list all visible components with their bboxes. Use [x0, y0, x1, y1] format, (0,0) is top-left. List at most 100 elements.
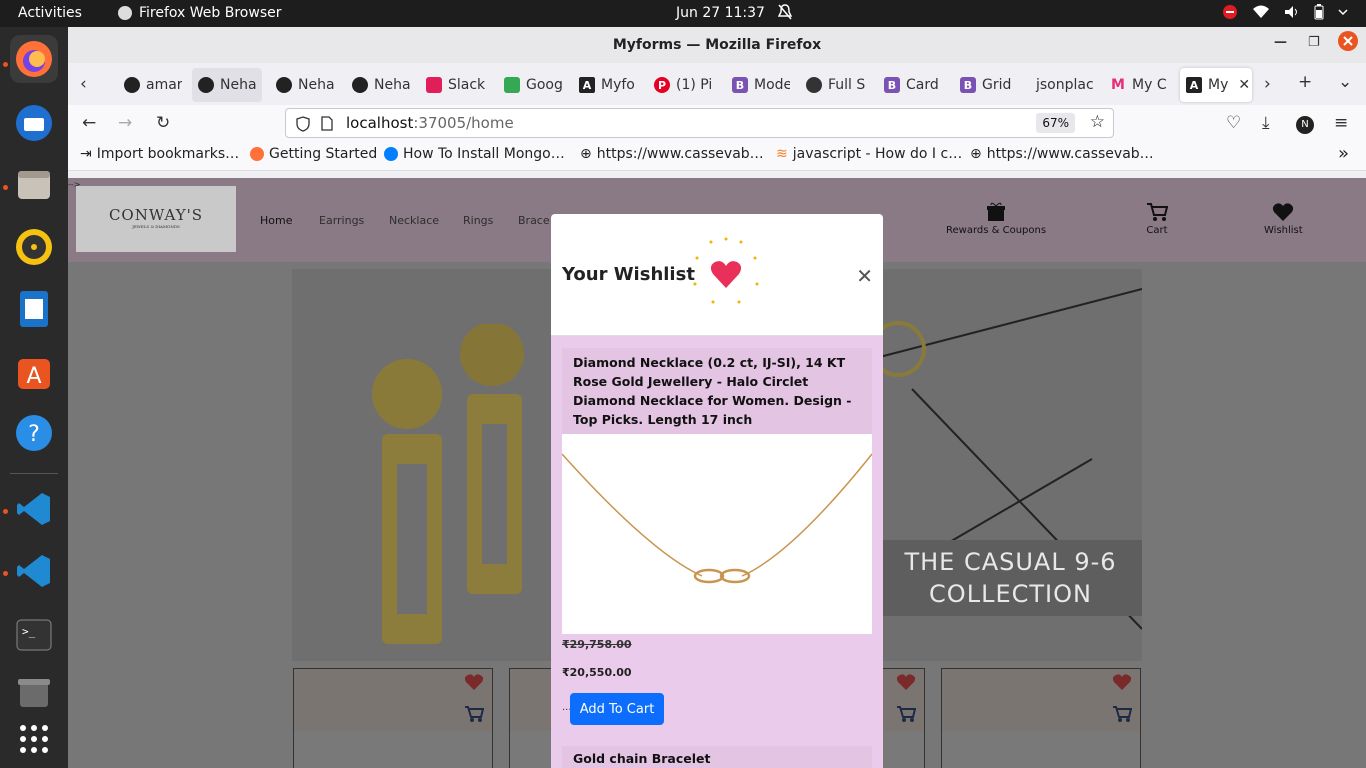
tab-1[interactable]: amar	[118, 68, 182, 102]
forward-button[interactable]: →	[118, 113, 132, 133]
downloads-icon[interactable]: ⤓	[1262, 113, 1270, 133]
rewards-label: Rewards & Coupons	[946, 225, 1047, 236]
rewards-link[interactable]: Rewards & Coupons	[946, 202, 1046, 236]
close-modal-button[interactable]: ✕	[856, 264, 873, 288]
wishlist-item: Diamond Necklace (0.2 ct, IJ-SI), 14 KT …	[561, 348, 873, 634]
pocket-icon[interactable]: ♡	[1226, 113, 1241, 133]
tab-5[interactable]: Slack	[420, 68, 490, 102]
tab-label: Slack	[448, 77, 486, 93]
heart-icon[interactable]	[464, 673, 484, 691]
nav-home[interactable]: Home	[260, 214, 292, 227]
tab-2[interactable]: Neha	[192, 68, 262, 102]
dock-vscode-2[interactable]	[10, 547, 58, 595]
import-icon: ⇥	[80, 146, 92, 162]
bookmark-getting-started[interactable]: Getting Started	[250, 146, 377, 162]
tab-14[interactable]: M My C	[1104, 68, 1168, 102]
tab-7[interactable]: A Myfo	[573, 68, 637, 102]
back-button[interactable]: ←	[82, 113, 96, 133]
product-card[interactable]	[293, 668, 493, 768]
cart-icon[interactable]	[464, 705, 484, 723]
new-tab-button[interactable]: +	[1298, 72, 1312, 92]
nav-necklace[interactable]: Necklace	[389, 214, 439, 227]
bookmark-import[interactable]: ⇥ Import bookmarks…	[80, 146, 239, 162]
heart-icon[interactable]	[896, 673, 916, 691]
zoom-indicator[interactable]: 67%	[1036, 113, 1075, 133]
slack-icon	[426, 77, 442, 93]
tab-6[interactable]: Goog	[498, 68, 562, 102]
cart-link[interactable]: Cart	[1146, 202, 1169, 236]
cart-icon[interactable]	[896, 705, 916, 723]
tab-label: Neha	[298, 77, 335, 93]
reload-button[interactable]: ↻	[156, 113, 170, 133]
site-logo[interactable]: CONWAY'S JEWELS & DIAMONDS	[76, 186, 236, 252]
tab-3[interactable]: Neha	[270, 68, 336, 102]
card-image	[942, 669, 1140, 731]
tab-scroll-right-button[interactable]: ›	[1264, 74, 1271, 94]
svg-text:>_: >_	[22, 625, 36, 638]
dock-show-apps[interactable]	[10, 715, 58, 763]
dock-help[interactable]: ?	[10, 409, 58, 457]
add-to-cart-button[interactable]: Add To Cart	[570, 693, 664, 725]
tab-13[interactable]: jsonplac	[1030, 68, 1094, 102]
heart-icon	[693, 237, 759, 304]
nav-earrings[interactable]: Earrings	[319, 214, 364, 227]
dock-writer[interactable]	[10, 285, 58, 333]
titlebar: Myforms — Mozilla Firefox — ❐	[68, 27, 1366, 63]
clock[interactable]: Jun 27 11:37	[676, 5, 765, 21]
more-bookmarks-button[interactable]: »	[1338, 143, 1349, 164]
wishlist-link[interactable]: Wishlist	[1264, 202, 1303, 236]
product-card[interactable]	[941, 668, 1141, 768]
power-menu-icon	[1338, 9, 1348, 16]
tab-bar: ‹ amar Neha Neha Neha Slack Goog A Myfo P…	[68, 63, 1366, 105]
bootstrap-icon: B	[732, 77, 748, 93]
logo-name: CONWAY'S	[108, 206, 204, 224]
nav-rings[interactable]: Rings	[463, 214, 493, 227]
tab-11[interactable]: B Card	[878, 68, 942, 102]
dock-rhythmbox[interactable]	[10, 223, 58, 271]
tab-10[interactable]: Full S	[800, 68, 866, 102]
wishlist-item-name: Gold chain Bracelet	[562, 746, 872, 768]
bookmark-stackoverflow[interactable]: ≋ javascript - How do I c…	[776, 146, 962, 162]
url-bar[interactable]: localhost:37005/home 67% ☆	[285, 108, 1114, 138]
tab-8[interactable]: P (1) Pi	[648, 68, 716, 102]
item-new-price: ₹20,550.00	[562, 666, 632, 679]
tab-active[interactable]: A My ✕	[1180, 68, 1252, 102]
tab-4[interactable]: Neha	[346, 68, 410, 102]
nav-bracelet[interactable]: Brace	[518, 214, 550, 227]
close-tab-icon[interactable]: ✕	[1238, 77, 1250, 93]
dock-trash[interactable]	[10, 669, 58, 717]
list-all-tabs-button[interactable]: ⌄	[1338, 72, 1352, 92]
account-icon[interactable]: N	[1296, 112, 1314, 134]
item-old-price: ₹29,758.00	[562, 638, 632, 651]
tab-label: Neha	[374, 77, 410, 93]
app-menu[interactable]: Firefox Web Browser	[117, 5, 282, 21]
dock-terminal[interactable]: >_	[10, 611, 58, 659]
activities-button[interactable]: Activities	[18, 5, 82, 21]
bookmark-star-icon[interactable]: ☆	[1090, 112, 1105, 132]
bookmark-mongo[interactable]: How To Install Mongo…	[384, 146, 565, 162]
bookmark-cassevab-1[interactable]: ⊕ https://www.cassevab…	[580, 146, 764, 162]
tab-scroll-left-button[interactable]: ‹	[80, 74, 87, 94]
cart-icon[interactable]	[1112, 705, 1132, 723]
dock-files[interactable]	[10, 161, 58, 209]
heart-icon[interactable]	[1112, 673, 1132, 691]
dock-thunderbird[interactable]	[10, 99, 58, 147]
menu-icon[interactable]: ≡	[1334, 113, 1348, 133]
maximize-button[interactable]: ❐	[1308, 35, 1320, 50]
dock: A ? >_	[0, 27, 68, 768]
close-window-button[interactable]	[1338, 31, 1358, 55]
vscode-icon	[17, 555, 50, 587]
bootstrap-icon: B	[960, 77, 976, 93]
bookmark-cassevab-2[interactable]: ⊕ https://www.cassevab…	[970, 146, 1154, 162]
tab-9[interactable]: B Mode	[726, 68, 790, 102]
myntra-icon: M	[1111, 77, 1125, 93]
bookmark-label: Import bookmarks…	[96, 146, 240, 162]
minimize-button[interactable]: —	[1274, 35, 1287, 50]
url-path: :37005/home	[413, 114, 514, 132]
dock-app-center[interactable]: A	[10, 347, 58, 395]
tab-12[interactable]: B Grid	[954, 68, 1016, 102]
system-tray[interactable]	[1222, 4, 1348, 20]
dock-vscode[interactable]	[10, 485, 58, 533]
dock-firefox[interactable]	[10, 35, 58, 83]
system-top-bar: Activities Firefox Web Browser Jun 27 11…	[0, 0, 1366, 27]
